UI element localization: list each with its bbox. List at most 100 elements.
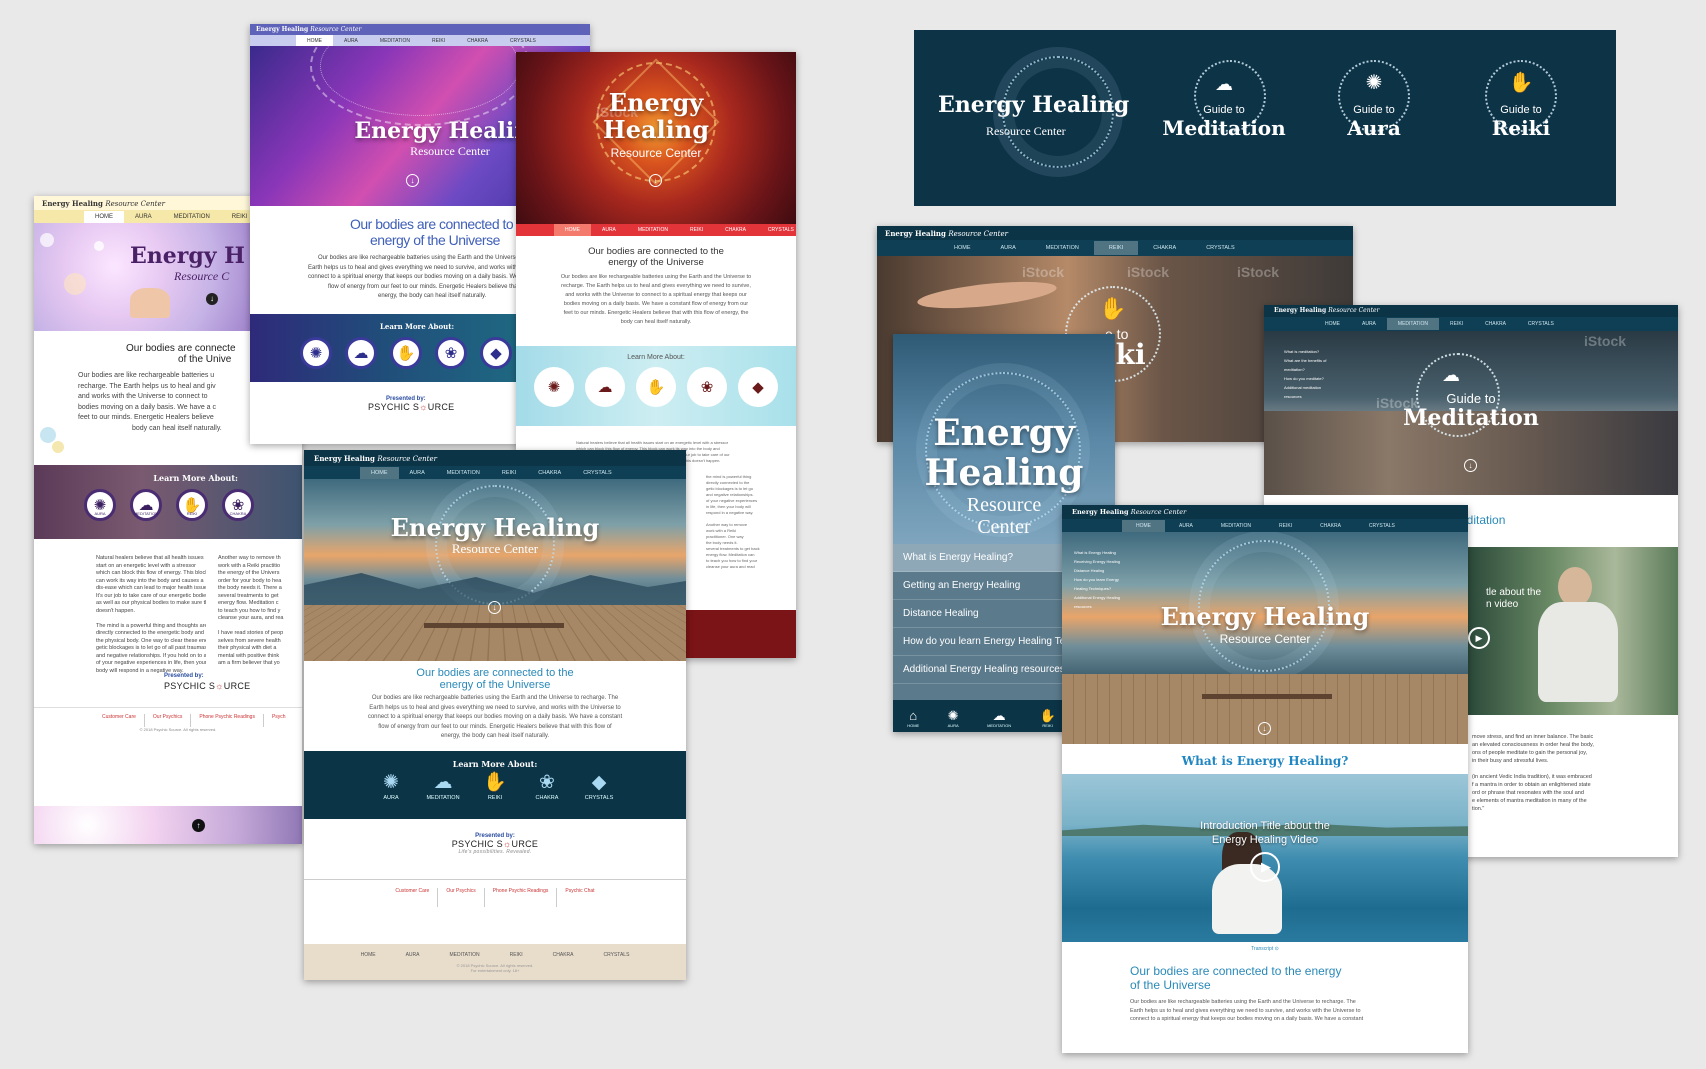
nav-reiki[interactable]: REIKI: [491, 467, 527, 479]
nav-home[interactable]: HOME: [84, 210, 124, 223]
footer-nav-chakra[interactable]: CHAKRA: [553, 952, 574, 958]
nav-crystals[interactable]: CRYSTALS: [499, 35, 547, 47]
nav-chakra[interactable]: CHAKRA: [714, 224, 757, 236]
toc-item[interactable]: Distance Healing: [1074, 566, 1120, 575]
nav-crystals[interactable]: CRYSTALS: [1517, 318, 1565, 330]
footer-link-psychic-chat[interactable]: Psychic Chat: [557, 888, 602, 907]
video-thumbnail[interactable]: tle about the n video ▶: [1468, 547, 1678, 715]
transcript-link[interactable]: Transcript ⊙: [1062, 942, 1468, 952]
play-icon[interactable]: ▶: [1468, 627, 1490, 649]
footer-nav-crystals[interactable]: CRYSTALS: [603, 952, 629, 958]
nav-crystals[interactable]: CRYSTALS: [757, 224, 796, 236]
nav-meditation[interactable]: MEDITATION: [1386, 318, 1439, 330]
nav-aura[interactable]: AURA: [1165, 520, 1207, 532]
scroll-down-icon[interactable]: ↓: [406, 174, 419, 187]
lotus-stone-icon[interactable]: ☁: [585, 367, 625, 407]
nav-chakra[interactable]: CHAKRA: [1474, 318, 1517, 330]
toc-item[interactable]: meditation?: [1284, 365, 1326, 374]
toc-item[interactable]: What is Energy Healing: [1074, 548, 1120, 557]
nav-chakra[interactable]: CHAKRA: [527, 467, 572, 479]
crystal-icon[interactable]: ◆: [738, 367, 778, 407]
nav-home[interactable]: HOME: [296, 34, 333, 47]
toc-item[interactable]: What is meditation?: [1284, 347, 1326, 356]
nav-aura[interactable]: AURA: [399, 467, 436, 479]
footer-link-phone-readings[interactable]: Phone Psychic Readings: [485, 888, 558, 907]
scroll-down-icon[interactable]: ↓: [649, 174, 662, 187]
learn-item-chakra[interactable]: ❀ CHAKRA: [523, 771, 571, 801]
hand-icon[interactable]: ✋: [636, 367, 676, 407]
footer-nav-reiki[interactable]: REIKI: [510, 952, 523, 958]
toc-item[interactable]: What are the benefits of: [1284, 356, 1326, 365]
nav-meditation[interactable]: MEDITATION: [627, 224, 679, 236]
video-player[interactable]: Introduction Title about the Energy Heal…: [1062, 774, 1468, 942]
toc-item[interactable]: Receiving Energy Healing: [1074, 557, 1120, 566]
nav-aura[interactable]: AURA: [333, 35, 369, 47]
sun-icon[interactable]: ✺ AURA: [84, 489, 116, 521]
toc-item[interactable]: Healing Techniques?: [1074, 584, 1120, 593]
guide-reiki[interactable]: ✋ Guide to Reiki: [1441, 52, 1601, 182]
play-icon[interactable]: ▶: [1250, 852, 1280, 882]
learn-item-crystals[interactable]: ◆ CRYSTALS: [575, 771, 623, 801]
sun-icon[interactable]: ✺: [300, 337, 332, 369]
footer-link-psychic-chat[interactable]: Psych: [264, 714, 294, 727]
nav-meditation[interactable]: MEDITATION: [436, 467, 491, 479]
footer-nav-meditation[interactable]: MEDITATION: [449, 952, 479, 958]
scroll-down-icon[interactable]: ↓: [488, 601, 501, 614]
footer-link-phone-readings[interactable]: Phone Psychic Readings: [191, 714, 264, 727]
nav-aura[interactable]: AURA: [591, 224, 627, 236]
learn-item-meditation[interactable]: ☁ MEDITATION: [419, 771, 467, 801]
guide-aura[interactable]: ✺ Guide to Aura: [1294, 52, 1454, 182]
nav-home[interactable]: HOME: [1122, 519, 1165, 532]
hand-icon[interactable]: ✋: [390, 337, 422, 369]
nav-reiki[interactable]: REIKI: [1093, 241, 1139, 255]
nav-meditation[interactable]: MEDITATION: [1207, 520, 1265, 532]
lotus-icon[interactable]: ❀: [435, 337, 467, 369]
nav-crystals[interactable]: CRYSTALS: [1191, 241, 1250, 255]
toc-item[interactable]: How do you learn Energy: [1074, 575, 1120, 584]
back-to-top-icon[interactable]: ↑: [192, 819, 205, 832]
toc-item[interactable]: How do you meditate?: [1284, 374, 1326, 383]
nav-meditation[interactable]: MEDITATION: [1031, 241, 1094, 255]
tab-home[interactable]: ⌂ HOME: [907, 708, 919, 728]
scroll-down-icon[interactable]: ↓: [206, 293, 218, 305]
nav-chakra[interactable]: CHAKRA: [1306, 520, 1355, 532]
footer-link-customer-care[interactable]: Customer Care: [94, 714, 145, 727]
hand-icon[interactable]: ✋ REIKI: [176, 489, 208, 521]
toc-item[interactable]: Additional Energy Healing: [1074, 593, 1120, 602]
learn-item-reiki[interactable]: ✋ REIKI: [471, 771, 519, 801]
nav-crystals[interactable]: CRYSTALS: [572, 467, 623, 479]
crystal-icon[interactable]: ◆: [480, 337, 512, 369]
scroll-down-icon[interactable]: ↓: [1258, 722, 1271, 735]
scroll-down-icon[interactable]: ↓: [1464, 459, 1477, 472]
nav-reiki[interactable]: REIKI: [421, 35, 456, 47]
nav-reiki[interactable]: REIKI: [1439, 318, 1474, 330]
tab-aura[interactable]: ✺ AURA: [948, 708, 959, 728]
psychic-source-logo[interactable]: PSYCHIC S☼URCE Life's possibilities. Reve…: [304, 839, 686, 855]
guide-meditation[interactable]: ☁ Guide to Meditation: [1144, 52, 1304, 182]
psychic-source-logo[interactable]: PSYCHIC S☼URCE: [164, 682, 250, 691]
lotus-icon[interactable]: ❀: [687, 367, 727, 407]
nav-home[interactable]: HOME: [1314, 318, 1351, 330]
lotus-icon[interactable]: ❀ CHAKRA: [222, 489, 254, 521]
nav-home[interactable]: HOME: [939, 241, 986, 255]
lotus-stone-icon[interactable]: ☁: [345, 337, 377, 369]
nav-home[interactable]: HOME: [554, 224, 591, 236]
nav-aura[interactable]: AURA: [986, 241, 1031, 255]
nav-aura[interactable]: AURA: [124, 211, 163, 223]
footer-link-our-psychics[interactable]: Our Psychics: [438, 888, 485, 907]
nav-chakra[interactable]: CHAKRA: [1138, 241, 1191, 255]
sun-icon[interactable]: ✺: [534, 367, 574, 407]
tab-reiki[interactable]: ✋ REIKI: [1040, 708, 1056, 728]
tab-meditation[interactable]: ☁ MEDITATION: [987, 708, 1011, 728]
lotus-stone-icon[interactable]: ☁ MEDITATION: [130, 489, 162, 521]
footer-link-our-psychics[interactable]: Our Psychics: [145, 714, 192, 727]
nav-aura[interactable]: AURA: [1351, 318, 1387, 330]
nav-home[interactable]: HOME: [360, 466, 399, 479]
nav-chakra[interactable]: CHAKRA: [456, 35, 499, 47]
nav-reiki[interactable]: REIKI: [1265, 520, 1306, 532]
footer-nav-aura[interactable]: AURA: [406, 952, 420, 958]
footer-link-customer-care[interactable]: Customer Care: [387, 888, 439, 907]
nav-meditation[interactable]: MEDITATION: [163, 211, 221, 223]
learn-item-aura[interactable]: ✺ AURA: [367, 771, 415, 801]
nav-meditation[interactable]: MEDITATION: [369, 35, 421, 47]
